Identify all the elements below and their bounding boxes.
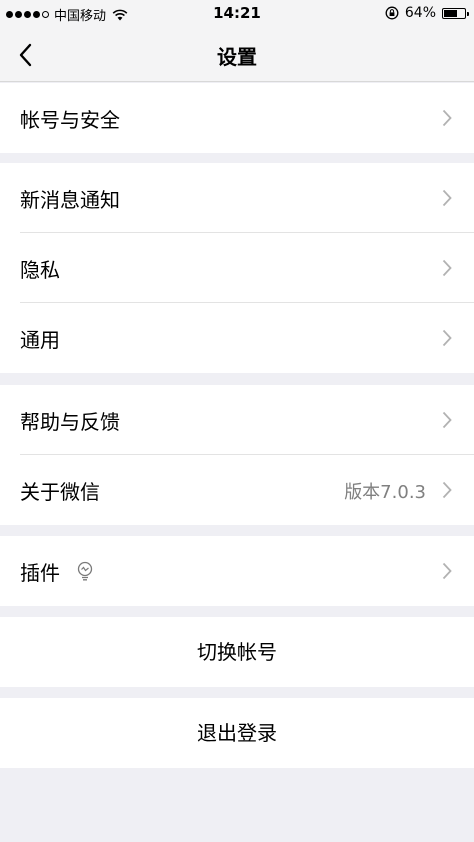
- chevron-right-icon: [442, 189, 452, 207]
- settings-item-account-security[interactable]: 帐号与安全: [0, 83, 474, 153]
- version-value: 版本7.0.3: [344, 482, 426, 503]
- settings-item-general[interactable]: 通用: [0, 303, 474, 373]
- status-right: 64%: [385, 5, 469, 21]
- settings-group-help: 帮助与反馈 关于微信 版本7.0.3: [0, 385, 474, 525]
- settings-item-label: 插件: [20, 561, 60, 585]
- settings-item-about-wechat[interactable]: 关于微信 版本7.0.3: [0, 455, 474, 525]
- chevron-right-icon: [442, 562, 452, 580]
- chevron-right-icon: [442, 329, 452, 347]
- settings-item-label: 关于微信: [20, 480, 100, 504]
- logout-button[interactable]: 退出登录: [0, 698, 474, 768]
- settings-item-label: 新消息通知: [20, 188, 120, 212]
- settings-item-new-message-notifications[interactable]: 新消息通知: [0, 163, 474, 233]
- settings-item-plugins[interactable]: 插件: [0, 536, 474, 606]
- battery-icon: [442, 7, 469, 19]
- navigation-bar: 设置: [0, 28, 474, 82]
- page-title: 设置: [217, 45, 257, 69]
- lightbulb-icon: [77, 561, 93, 581]
- settings-item-label: 帐号与安全: [20, 108, 120, 132]
- settings-group-general: 新消息通知 隐私 通用: [0, 163, 474, 373]
- settings-item-privacy[interactable]: 隐私: [0, 233, 474, 303]
- chevron-right-icon: [442, 481, 452, 499]
- switch-account-button[interactable]: 切换帐号: [0, 617, 474, 687]
- status-bar: 中国移动 14:21 64%: [0, 0, 474, 28]
- settings-item-help-feedback[interactable]: 帮助与反馈: [0, 385, 474, 455]
- chevron-right-icon: [442, 411, 452, 429]
- settings-group-account: 帐号与安全: [0, 83, 474, 153]
- battery-level-fill: [444, 9, 457, 17]
- settings-item-label: 帮助与反馈: [20, 410, 120, 434]
- battery-percent: 64%: [404, 5, 436, 21]
- settings-group-plugins: 插件: [0, 536, 474, 606]
- chevron-right-icon: [442, 259, 452, 277]
- settings-item-label: 隐私: [20, 258, 60, 282]
- settings-item-label: 通用: [20, 328, 60, 352]
- chevron-right-icon: [442, 109, 452, 127]
- rotation-lock-icon: [385, 6, 399, 20]
